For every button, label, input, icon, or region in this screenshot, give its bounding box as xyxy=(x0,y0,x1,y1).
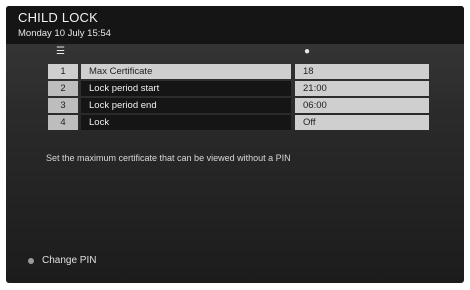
setting-name: Lock xyxy=(81,115,291,130)
lock-icon: ● xyxy=(304,46,311,57)
row-number: 4 xyxy=(48,115,78,130)
setting-name: Max Certificate xyxy=(81,64,291,79)
setting-value[interactable]: Off xyxy=(295,115,429,130)
setting-name: Lock period end xyxy=(81,98,291,113)
setting-value[interactable]: 18 xyxy=(295,64,429,79)
header-bar: CHILD LOCK Monday 10 July 15:54 xyxy=(6,6,464,44)
setting-name: Lock period start xyxy=(81,81,291,96)
help-text: Set the maximum certificate that can be … xyxy=(46,153,291,163)
setting-value[interactable]: 21:00 xyxy=(295,81,429,96)
row-number: 3 xyxy=(48,98,78,113)
change-pin-label: Change PIN xyxy=(42,255,97,266)
child-lock-screen: CHILD LOCK Monday 10 July 15:54 ☰ ● 1 Ma… xyxy=(6,6,464,283)
setting-value[interactable]: 06:00 xyxy=(295,98,429,113)
grey-button-icon xyxy=(28,258,34,264)
page-title: CHILD LOCK xyxy=(18,10,99,25)
menu-lines-icon: ☰ xyxy=(56,46,65,57)
row-number: 2 xyxy=(48,81,78,96)
datetime-label: Monday 10 July 15:54 xyxy=(18,28,111,39)
row-number: 1 xyxy=(48,64,78,79)
